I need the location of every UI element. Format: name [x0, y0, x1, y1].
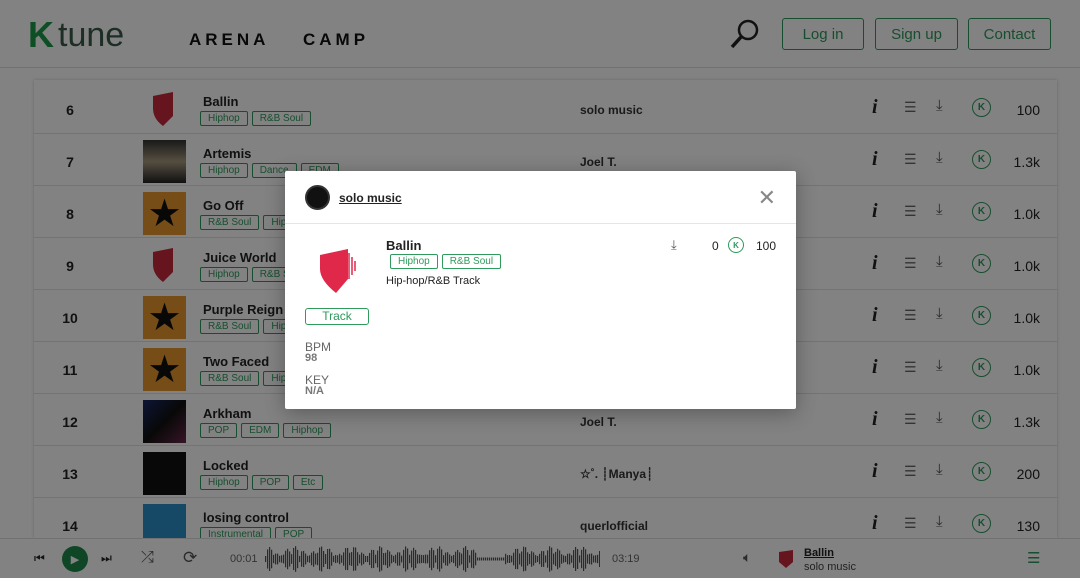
download-icon[interactable]: ⤓ [671, 237, 677, 253]
type-badge: Track [305, 308, 369, 325]
modal-price: 100 [756, 239, 777, 253]
bpm-value: 98 [305, 352, 318, 364]
owner-avatar [305, 185, 330, 210]
track-info-modal: solo music ✕ Track BPM 98 KEY N/A Ballin… [285, 171, 796, 409]
owner-link[interactable]: solo music [339, 191, 402, 205]
download-count: 0 [712, 239, 719, 253]
key-value: N/A [305, 385, 324, 397]
close-icon[interactable]: ✕ [758, 185, 776, 211]
genre-tag[interactable]: R&B Soul [441, 254, 502, 269]
modal-description: Hip-hop/R&B Track [386, 275, 481, 287]
genre-tag[interactable]: Hiphop [390, 254, 438, 269]
k-coin-icon: K [728, 237, 744, 253]
modal-title: Ballin [386, 238, 422, 253]
track-logo-icon [320, 249, 356, 293]
